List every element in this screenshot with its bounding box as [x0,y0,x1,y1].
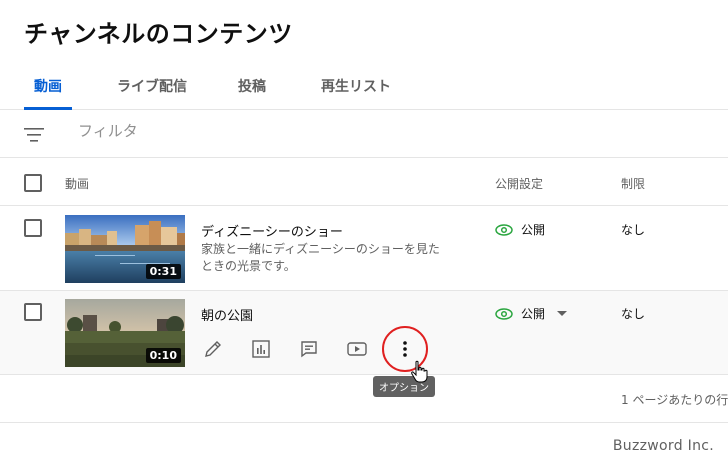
filter-input[interactable] [78,122,378,140]
duration-badge: 0:10 [145,348,181,363]
pagination-bar: 1 ページあたりの行 [0,375,728,423]
restriction-value: なし [621,223,646,237]
table-row[interactable]: 0:10 朝の公園 公開 なし [0,291,728,375]
select-all-checkbox[interactable] [24,174,42,192]
table-header: 動画 公開設定 制限 [0,158,728,206]
duration-badge: 0:31 [145,264,181,279]
comments-icon [301,341,317,358]
youtube-play-icon [347,342,367,356]
rows-per-page-label: 1 ページあたりの行 [621,393,728,407]
pencil-icon [205,341,221,357]
edit-details-button[interactable] [201,337,225,361]
watermark: Buzzword Inc. [612,438,714,454]
analytics-icon [252,340,270,358]
tab-posts[interactable]: 投稿 [228,62,276,110]
video-title[interactable]: ディズニーシーのショー [201,221,343,240]
tab-bar: 動画 ライブ配信 投稿 再生リスト [0,62,728,110]
eye-icon [495,307,513,320]
visibility-label: 公開 [521,307,546,321]
visibility-status: 公開 [495,221,545,238]
restriction-value: なし [621,307,646,321]
row-checkbox[interactable] [24,219,42,237]
video-thumbnail[interactable]: 0:10 [65,299,185,367]
page-title: チャンネルのコンテンツ [24,20,293,48]
analytics-button[interactable] [249,337,273,361]
comments-button[interactable] [297,337,321,361]
eye-icon [495,223,513,236]
chevron-down-icon[interactable] [557,311,568,316]
tab-videos[interactable]: 動画 [24,62,72,110]
tab-playlists[interactable]: 再生リスト [308,62,404,110]
visibility-label: 公開 [521,223,546,237]
video-thumbnail[interactable]: 0:31 [65,215,185,283]
column-visibility[interactable]: 公開設定 [495,175,543,192]
video-title[interactable]: 朝の公園 [201,305,253,324]
column-restriction[interactable]: 制限 [621,175,645,192]
table-row[interactable]: 0:31 ディズニーシーのショー 家族と一緒にディズニーシーのショーを見たときの… [0,207,728,291]
video-description: 家族と一緒にディズニーシーのショーを見たときの光景です。 [201,242,440,273]
view-on-youtube-button[interactable] [345,337,369,361]
tab-live[interactable]: ライブ配信 [104,62,200,110]
filter-lines-icon[interactable] [24,126,44,144]
filter-bar [0,110,728,158]
column-video[interactable]: 動画 [65,175,89,192]
row-checkbox[interactable] [24,303,42,321]
hand-cursor-icon [411,360,428,383]
visibility-status[interactable]: 公開 [495,305,568,322]
